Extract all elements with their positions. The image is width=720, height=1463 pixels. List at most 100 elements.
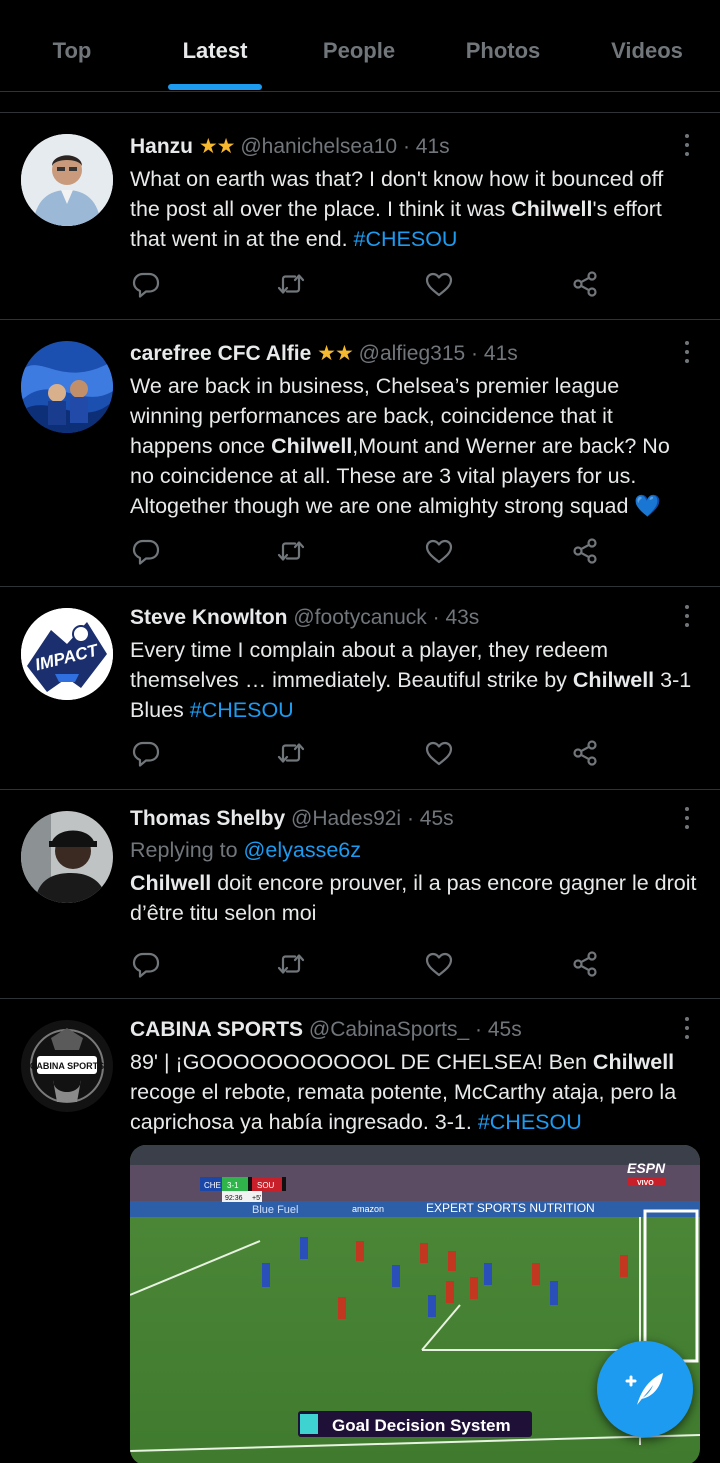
tweet[interactable]: Hanzu ★★ @hanichelsea10 · 41s What on ea… bbox=[0, 113, 720, 319]
tweet[interactable]: carefree CFC Alfie ★★ @alfieg315 · 41s W… bbox=[0, 320, 720, 586]
display-name[interactable]: Thomas Shelby bbox=[130, 807, 285, 830]
reply-icon[interactable] bbox=[130, 535, 164, 569]
reply-icon[interactable] bbox=[130, 268, 164, 302]
search-tabs: Top Latest People Photos Videos bbox=[0, 0, 720, 92]
reply-icon[interactable] bbox=[130, 948, 164, 982]
separator-dot: · bbox=[406, 807, 414, 830]
share-icon[interactable] bbox=[569, 535, 603, 569]
keyword-highlight: Chilwell bbox=[572, 668, 655, 692]
keyword-highlight: Chilwell bbox=[592, 1050, 675, 1074]
timestamp[interactable]: 41s bbox=[416, 135, 450, 158]
reply-mention-link[interactable]: @elyasse6z bbox=[244, 838, 361, 862]
avatar[interactable]: CABINA SPORTS bbox=[21, 1020, 113, 1112]
separator-dot: · bbox=[475, 1018, 483, 1041]
tweet-actions bbox=[130, 737, 610, 771]
video-caption: Goal Decision System bbox=[332, 1416, 511, 1435]
replying-label: Replying to bbox=[130, 838, 244, 862]
tab-top[interactable]: Top bbox=[0, 0, 144, 92]
scoreboard-away: SOU bbox=[257, 1181, 275, 1190]
separator-dot: · bbox=[471, 342, 479, 365]
tweet-header: Steve Knowlton @footycanuck · 43s bbox=[130, 605, 698, 631]
retweet-icon[interactable] bbox=[275, 948, 309, 982]
more-icon[interactable] bbox=[684, 341, 690, 367]
tab-label: Top bbox=[52, 38, 92, 63]
hashtag-link[interactable]: #CHESOU bbox=[478, 1110, 582, 1134]
tab-latest[interactable]: Latest bbox=[143, 0, 287, 92]
tweet-text: We are back in business, Chelsea’s premi… bbox=[130, 371, 698, 521]
more-icon[interactable] bbox=[684, 807, 690, 833]
tweet-text: What on earth was that? I don't know how… bbox=[130, 164, 698, 254]
separator-dot: · bbox=[432, 606, 440, 629]
tweet-header: Hanzu ★★ @hanichelsea10 · 41s bbox=[130, 134, 698, 160]
text-segment: Every time I complain about a player, th… bbox=[130, 638, 609, 692]
like-icon[interactable] bbox=[423, 268, 457, 302]
tweet[interactable]: Thomas Shelby @Hades92i · 45s Replying t… bbox=[0, 790, 720, 998]
avatar[interactable] bbox=[21, 134, 113, 226]
timestamp[interactable]: 43s bbox=[445, 606, 479, 629]
display-name[interactable]: Hanzu bbox=[130, 135, 193, 158]
tab-label: Photos bbox=[465, 38, 541, 63]
board-text: amazon bbox=[352, 1204, 384, 1214]
username[interactable]: @alfieg315 bbox=[359, 342, 466, 365]
tweet-actions bbox=[130, 268, 610, 302]
cabina-logo-text: CABINA SPORTS bbox=[30, 1061, 104, 1071]
active-tab-indicator bbox=[168, 84, 262, 90]
timestamp[interactable]: 45s bbox=[488, 1018, 522, 1041]
timestamp[interactable]: 45s bbox=[420, 807, 454, 830]
like-icon[interactable] bbox=[423, 737, 457, 771]
display-name[interactable]: Steve Knowlton bbox=[130, 606, 288, 629]
tweet[interactable]: IMPACT Steve Knowlton @footycanuck · 43s… bbox=[0, 587, 720, 789]
tab-people[interactable]: People bbox=[287, 0, 431, 92]
more-icon[interactable] bbox=[684, 605, 690, 631]
scoreboard-score: 3-1 bbox=[227, 1181, 239, 1190]
display-name[interactable]: carefree CFC Alfie bbox=[130, 342, 311, 365]
share-icon[interactable] bbox=[569, 948, 603, 982]
retweet-icon[interactable] bbox=[275, 268, 309, 302]
retweet-icon[interactable] bbox=[275, 737, 309, 771]
compose-icon bbox=[625, 1373, 663, 1405]
avatar[interactable] bbox=[21, 811, 113, 903]
tweet-text: Chilwell doit encore prouver, il a pas e… bbox=[130, 868, 698, 928]
share-icon[interactable] bbox=[569, 737, 603, 771]
tab-photos[interactable]: Photos bbox=[431, 0, 575, 92]
tweet-body: Thomas Shelby @Hades92i · 45s Replying t… bbox=[130, 806, 698, 928]
like-icon[interactable] bbox=[423, 948, 457, 982]
username[interactable]: @hanichelsea10 bbox=[240, 135, 397, 158]
tweet-header: CABINA SPORTS @CabinaSports_ · 45s bbox=[130, 1017, 698, 1043]
reply-icon[interactable] bbox=[130, 737, 164, 771]
display-name[interactable]: CABINA SPORTS bbox=[130, 1018, 303, 1041]
tweet-header: carefree CFC Alfie ★★ @alfieg315 · 41s bbox=[130, 341, 698, 367]
hashtag-link[interactable]: #CHESOU bbox=[354, 227, 458, 251]
username[interactable]: @CabinaSports_ bbox=[309, 1018, 469, 1041]
tweet-body: carefree CFC Alfie ★★ @alfieg315 · 41s W… bbox=[130, 341, 698, 521]
username[interactable]: @Hades92i bbox=[291, 807, 401, 830]
network-logo: ESPN bbox=[627, 1160, 666, 1176]
text-segment: recoge el rebote, remata potente, McCart… bbox=[130, 1080, 677, 1134]
keyword-highlight: Chilwell bbox=[130, 871, 212, 895]
like-icon[interactable] bbox=[423, 535, 457, 569]
tab-label: People bbox=[322, 38, 396, 63]
avatar[interactable] bbox=[21, 341, 113, 433]
timestamp[interactable]: 41s bbox=[484, 342, 518, 365]
keyword-highlight: Chilwell bbox=[271, 434, 353, 458]
tweet-actions bbox=[130, 948, 610, 982]
compose-tweet-button[interactable] bbox=[597, 1341, 693, 1437]
badge-stars-icon: ★★ bbox=[317, 342, 354, 365]
scoreboard-added: +5' bbox=[252, 1195, 261, 1202]
text-segment: doit encore prouver, il a pas encore gag… bbox=[130, 871, 697, 925]
more-icon[interactable] bbox=[684, 134, 690, 160]
board-text: EXPERT SPORTS NUTRITION bbox=[426, 1201, 595, 1215]
avatar[interactable]: IMPACT bbox=[21, 608, 113, 700]
more-icon[interactable] bbox=[684, 1017, 690, 1043]
hashtag-link[interactable]: #CHESOU bbox=[190, 698, 294, 722]
keyword-highlight: Chilwell bbox=[511, 197, 593, 221]
retweet-icon[interactable] bbox=[275, 535, 309, 569]
username[interactable]: @footycanuck bbox=[293, 606, 426, 629]
scoreboard-clock: 92:36 bbox=[225, 1195, 243, 1202]
share-icon[interactable] bbox=[569, 268, 603, 302]
tweet-header: Thomas Shelby @Hades92i · 45s bbox=[130, 806, 698, 832]
replying-to: Replying to @elyasse6z bbox=[130, 835, 698, 865]
blue-heart-emoji-icon: 💙 bbox=[634, 494, 662, 518]
tab-videos[interactable]: Videos bbox=[575, 0, 719, 92]
tweet-text: 89' | ¡GOOOOOOOOOOOL DE CHELSEA! Ben Chi… bbox=[130, 1047, 698, 1137]
